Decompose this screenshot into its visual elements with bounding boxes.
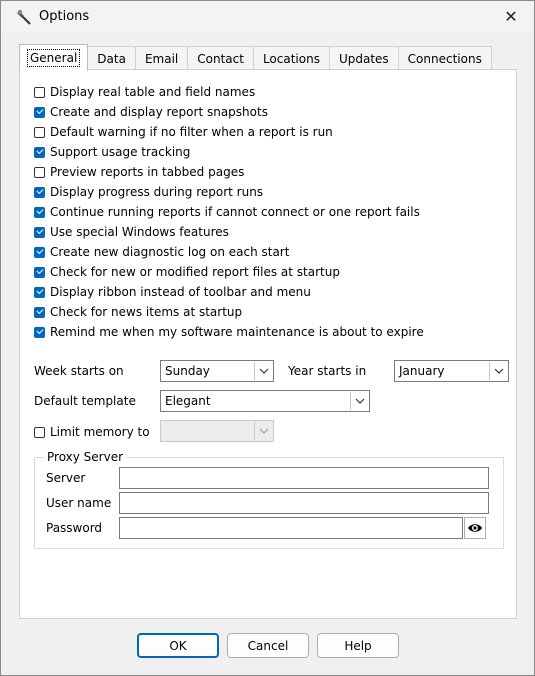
close-icon: ✕ [504,7,518,26]
option-label: Check for news items at startup [50,305,243,319]
default-template-select[interactable]: Elegant [160,390,370,412]
proxy-server-title: Proxy Server [44,450,127,464]
week-starts-label: Week starts on [34,364,124,378]
checkbox-box[interactable] [34,146,45,158]
option-label: Support usage tracking [50,145,191,159]
option-label: Create and display report snapshots [50,105,268,119]
password-input[interactable] [119,517,463,539]
tab-updates[interactable]: Updates [328,46,399,71]
user-name-input[interactable] [119,492,489,514]
chevron-down-icon [254,422,272,440]
option-checkbox[interactable]: Check for new or modified report files a… [34,263,340,281]
option-checkbox[interactable]: Remind me when my software maintenance i… [34,323,424,341]
default-template-label: Default template [34,394,136,408]
chevron-down-icon[interactable] [489,362,507,380]
checkbox-box[interactable] [34,226,45,238]
year-starts-select[interactable]: January [394,360,509,382]
options-dialog: Options ✕ General Data Email Contact Loc… [0,0,535,676]
server-label: Server [46,471,86,485]
checkbox-box[interactable] [34,286,45,298]
tab-strip: General Data Email Contact Locations Upd… [19,44,492,71]
option-checkbox[interactable]: Display real table and field names [34,83,255,101]
tab-contact[interactable]: Contact [187,46,254,71]
option-checkbox[interactable]: Create new diagnostic log on each start [34,243,289,261]
week-starts-select[interactable]: Sunday [160,360,274,382]
chevron-down-icon[interactable] [350,392,368,410]
user-name-label: User name [46,496,112,510]
option-label: Preview reports in tabbed pages [50,165,245,179]
checkbox-box[interactable] [34,246,45,258]
tab-general[interactable]: General [19,44,89,71]
eye-icon [468,524,482,532]
tab-data[interactable]: Data [87,46,136,71]
checkbox-box[interactable] [34,326,45,338]
tab-locations[interactable]: Locations [252,46,330,71]
checkbox-box[interactable] [34,86,45,98]
option-checkbox[interactable]: Display ribbon instead of toolbar and me… [34,283,311,301]
help-button[interactable]: Help [317,633,399,658]
checkbox-box[interactable] [34,306,45,318]
option-label: Create new diagnostic log on each start [50,245,290,259]
checkbox-box[interactable] [34,266,45,278]
tab-email[interactable]: Email [134,46,189,71]
checkbox-box[interactable] [34,186,45,198]
checkbox-box[interactable] [34,206,45,218]
checkbox-box[interactable] [34,106,45,118]
window-title: Options [39,9,90,24]
show-password-button[interactable] [464,517,486,539]
checkbox-box[interactable] [34,426,45,438]
option-label: Use special Windows features [50,225,229,239]
tab-connections[interactable]: Connections [397,46,492,71]
year-starts-label: Year starts in [288,364,367,378]
option-checkbox[interactable]: Check for news items at startup [34,303,242,321]
password-label: Password [46,521,103,535]
option-checkbox[interactable]: Continue running reports if cannot conne… [34,203,420,221]
option-label: Check for new or modified report files a… [50,265,340,279]
cancel-button[interactable]: Cancel [227,633,309,658]
option-checkbox[interactable]: Default warning if no filter when a repo… [34,123,333,141]
close-button[interactable]: ✕ [488,1,534,32]
option-checkbox[interactable]: Preview reports in tabbed pages [34,163,244,181]
option-checkbox[interactable]: Create and display report snapshots [34,103,268,121]
limit-memory-select [160,420,274,442]
ok-button[interactable]: OK [137,633,219,658]
chevron-down-icon[interactable] [254,362,272,380]
option-label: Remind me when my software maintenance i… [50,325,424,339]
option-label: Default warning if no filter when a repo… [50,125,333,139]
checkbox-box[interactable] [34,126,45,138]
server-input[interactable] [119,467,489,489]
option-label: Display real table and field names [50,85,256,99]
option-label: Continue running reports if cannot conne… [50,205,420,219]
option-checkbox[interactable]: Support usage tracking [34,143,190,161]
checkbox-box[interactable] [34,166,45,178]
option-label: Display ribbon instead of toolbar and me… [50,285,311,299]
option-checkbox[interactable]: Use special Windows features [34,223,229,241]
option-label: Display progress during report runs [50,185,264,199]
limit-memory-label: Limit memory to [50,425,150,439]
app-tools-icon [17,9,31,25]
title-bar: Options ✕ [1,1,534,32]
limit-memory-checkbox[interactable]: Limit memory to [34,423,150,441]
option-checkbox[interactable]: Display progress during report runs [34,183,263,201]
